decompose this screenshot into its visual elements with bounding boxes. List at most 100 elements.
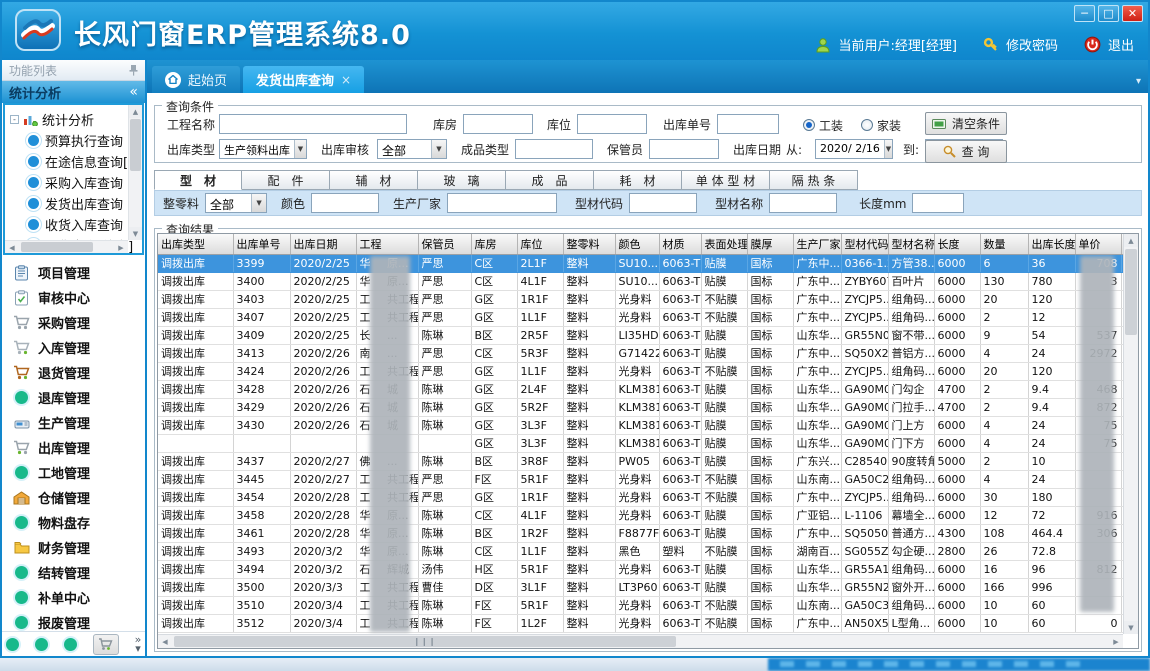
sidebar-menu-item-8[interactable]: 工地管理	[2, 460, 145, 485]
table-row[interactable]: 调拨出库34072020/2/25工 共工程严思G区1L1F整料光身料6063-…	[158, 308, 1139, 326]
sidebar-menu-item-3[interactable]: 入库管理	[2, 335, 145, 360]
tree-item-4[interactable]: 收货入库查询	[8, 214, 126, 235]
column-header[interactable]: 保管员	[418, 234, 471, 254]
material-tab-4[interactable]: 成 品	[506, 170, 594, 190]
table-row[interactable]: 调拨出库34032020/2/25工 共工程严思G区1R1F整料光身料6063-…	[158, 290, 1139, 308]
profile-name-input[interactable]	[769, 193, 837, 213]
tree-root-node[interactable]: - 统计分析	[8, 108, 126, 130]
keeper-input[interactable]	[649, 139, 719, 159]
table-horizontal-scrollbar[interactable]: ◀ ❙❙❙ ▶	[158, 634, 1123, 648]
column-header[interactable]: 材质	[659, 234, 701, 254]
table-row[interactable]: 调拨出库34002020/2/25华 原...严思C区4L1F整料SU10...…	[158, 272, 1139, 290]
manufacturer-input[interactable]	[447, 193, 557, 213]
sidebar-menu-item-13[interactable]: 补单中心	[2, 585, 145, 610]
column-header[interactable]: 单价	[1075, 234, 1121, 254]
column-header[interactable]: 出库日期	[290, 234, 356, 254]
table-row[interactable]: 调拨出库35122020/3/4工 共工程陈琳F区1L2F整料光身料6063-T…	[158, 614, 1139, 632]
table-row[interactable]: 调拨出库33992020/2/25华 原...严思C区2L1F整料SU10...…	[158, 254, 1139, 272]
column-header[interactable]: 出库长度	[1028, 234, 1075, 254]
column-header[interactable]: 颜色	[615, 234, 659, 254]
profile-code-input[interactable]	[629, 193, 697, 213]
length-input[interactable]	[912, 193, 964, 213]
scroll-left-icon[interactable]: ◀	[158, 635, 172, 648]
table-row[interactable]: 调拨出库34582020/2/28华 原...陈琳C区4L1F整料光身料6063…	[158, 506, 1139, 524]
table-row[interactable]: 调拨出库34942020/3/2石 辉城汤伟H区5R1F整料光身料6063-T5…	[158, 560, 1139, 578]
green-circle-icon[interactable]	[35, 638, 48, 651]
column-header[interactable]: 膜厚	[747, 234, 793, 254]
column-header[interactable]: 型材名称	[888, 234, 934, 254]
material-tab-6[interactable]: 单 体 型 材	[682, 170, 770, 190]
column-header[interactable]: 库位	[517, 234, 563, 254]
sidebar-menu-item-4[interactable]: 退货管理	[2, 360, 145, 385]
pin-icon[interactable]	[129, 65, 138, 76]
sidebar-menu-item-6[interactable]: 生产管理	[2, 410, 145, 435]
overflow-chevron-icon[interactable]: »▾	[135, 635, 142, 653]
tree-expander-icon[interactable]: -	[10, 115, 19, 124]
column-header[interactable]: 长度	[934, 234, 980, 254]
table-row[interactable]: 调拨出库35002020/3/3工 共工程曹佳D区3L1F整料LT3P60606…	[158, 578, 1139, 596]
order-no-input[interactable]	[717, 114, 779, 134]
jiazhuang-radio[interactable]	[861, 119, 873, 131]
scroll-down-icon[interactable]: ▼	[1124, 621, 1138, 634]
column-header[interactable]: 出库类型	[158, 234, 233, 254]
column-header[interactable]: 生产厂家	[793, 234, 841, 254]
close-button[interactable]: ✕	[1122, 5, 1143, 22]
material-tab-2[interactable]: 辅 材	[330, 170, 418, 190]
table-vertical-scrollbar[interactable]: ▲ ▼	[1123, 234, 1138, 634]
cart-button[interactable]	[93, 634, 119, 655]
sidebar-menu-item-2[interactable]: 采购管理	[2, 310, 145, 335]
column-header[interactable]: 出库单号	[233, 234, 290, 254]
tree-item-1[interactable]: 在途信息查询[待	[8, 151, 126, 172]
column-header[interactable]: 数量	[980, 234, 1028, 254]
product-type-input[interactable]	[515, 139, 593, 159]
table-row[interactable]: 调拨出库34092020/2/25长 ...陈琳B区2R5F整料LI35HD60…	[158, 326, 1139, 344]
tab-close-icon[interactable]: ×	[341, 73, 351, 87]
column-header[interactable]: 库房	[471, 234, 517, 254]
collapse-icon[interactable]: «	[129, 84, 138, 100]
sidebar-menu-item-1[interactable]: 审核中心	[2, 285, 145, 310]
material-tab-3[interactable]: 玻 璃	[418, 170, 506, 190]
document-tab-1[interactable]: 发货出库查询×	[243, 66, 364, 93]
sidebar-group-header[interactable]: 统计分析 «	[2, 81, 145, 103]
green-circle-icon[interactable]	[6, 638, 19, 651]
logout-link[interactable]: 退出	[1108, 35, 1134, 54]
table-row[interactable]: 调拨出库34132020/2/26南 ...严思C区5R3F整料G7142260…	[158, 344, 1139, 362]
location-input[interactable]	[577, 114, 647, 134]
column-header[interactable]: 整零料	[563, 234, 615, 254]
scroll-up-icon[interactable]: ▲	[129, 105, 142, 118]
color-input[interactable]	[311, 193, 379, 213]
sidebar-menu-item-12[interactable]: 结转管理	[2, 560, 145, 585]
outbound-type-select[interactable]: 生产领料出库▼	[219, 139, 307, 159]
gongzhuang-radio[interactable]	[803, 119, 815, 131]
search-button[interactable]: 查 询	[925, 140, 1007, 163]
scroll-up-icon[interactable]: ▲	[1124, 234, 1138, 247]
project-name-input[interactable]	[219, 114, 407, 134]
table-row[interactable]: 调拨出库34372020/2/27佛 ...陈琳B区3R8F整料PW056063…	[158, 452, 1139, 470]
tree-item-3[interactable]: 发货出库查询	[8, 193, 126, 214]
table-row[interactable]: 调拨出库34612020/2/28华 原...陈琳B区1R2F整料F8877FT…	[158, 524, 1139, 542]
minimize-button[interactable]: ─	[1074, 5, 1095, 22]
scroll-down-icon[interactable]: ▼	[129, 227, 142, 240]
audit-select[interactable]: 全部▼	[377, 139, 447, 159]
whole-part-select[interactable]: 全部▼	[205, 193, 267, 213]
clear-conditions-button[interactable]: 清空条件	[925, 112, 1007, 135]
table-row[interactable]: 调拨出库34932020/3/2华 原...陈琳C区1L1F整料黑色塑料不贴膜国…	[158, 542, 1139, 560]
column-header[interactable]: 工程	[356, 234, 418, 254]
tab-list-chevron-icon[interactable]: ▾	[1136, 76, 1141, 87]
scroll-right-icon[interactable]: ▶	[114, 241, 128, 254]
tree-item-0[interactable]: 预算执行查询	[8, 130, 126, 151]
table-row[interactable]: 调拨出库34242020/2/26工 共工程严思G区1L1F整料光身料6063-…	[158, 362, 1139, 380]
table-row[interactable]: 调拨出库34292020/2/26石 城陈琳G区5R2F整料KLM3817606…	[158, 398, 1139, 416]
document-tab-0[interactable]: 起始页	[152, 66, 240, 93]
column-header[interactable]: 型材代码	[841, 234, 888, 254]
material-tab-1[interactable]: 配 件	[242, 170, 330, 190]
column-header[interactable]: 表面处理	[701, 234, 747, 254]
material-tab-7[interactable]: 隔 热 条	[770, 170, 858, 190]
sidebar-menu-item-7[interactable]: 出库管理	[2, 435, 145, 460]
sidebar-menu-item-9[interactable]: 仓储管理	[2, 485, 145, 510]
table-row[interactable]: 调拨出库34302020/2/26石 城陈琳G区3L3F整料KLM3817606…	[158, 416, 1139, 434]
table-row[interactable]: 调拨出库34282020/2/26石 城陈琳G区2L4F整料KLM3817606…	[158, 380, 1139, 398]
date-from-select[interactable]: 2020/ 2/16▼	[815, 139, 893, 159]
sidebar-menu-item-5[interactable]: 退库管理	[2, 385, 145, 410]
sidebar-menu-item-14[interactable]: 报废管理	[2, 610, 145, 631]
